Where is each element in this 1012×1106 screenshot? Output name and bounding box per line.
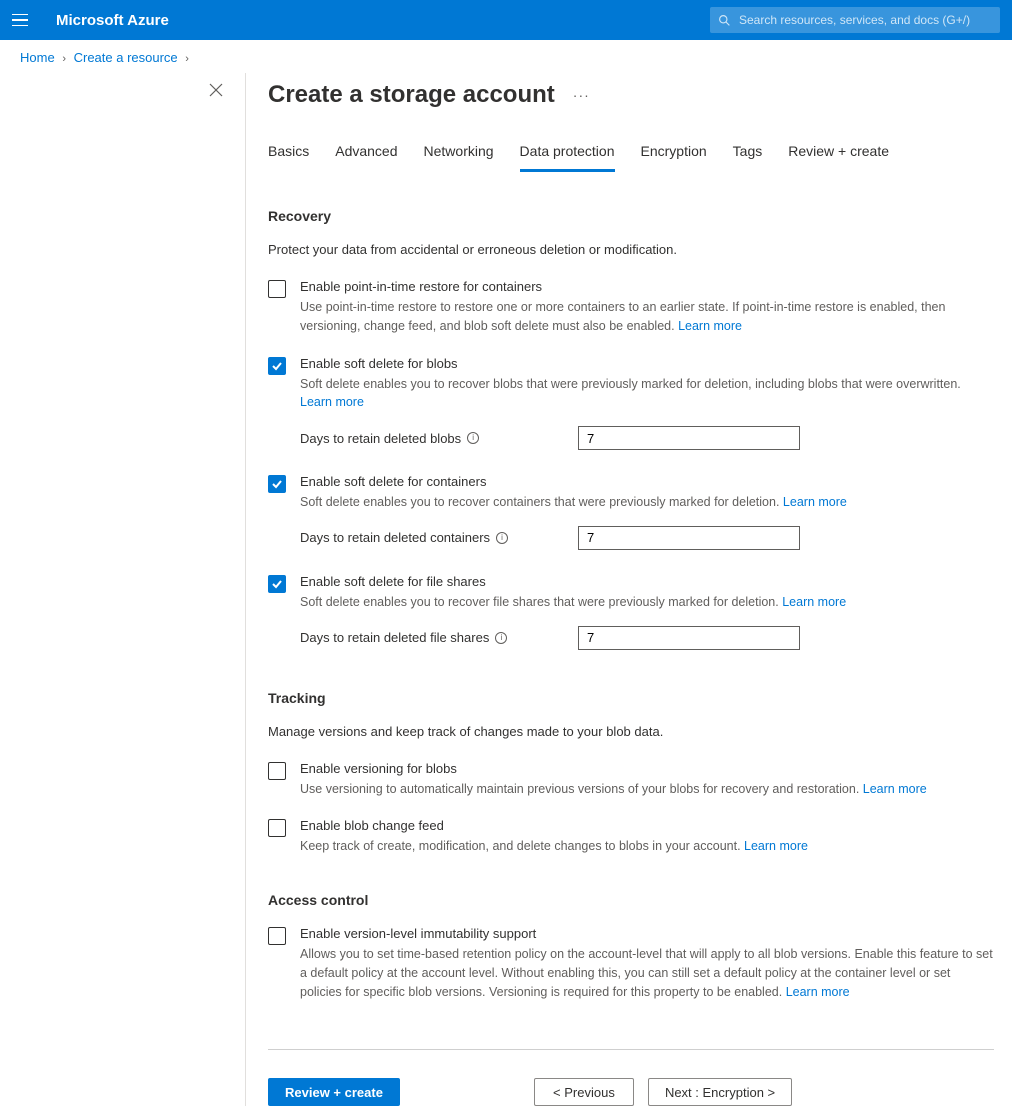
access-control-title: Access control	[268, 892, 994, 908]
wizard-footer: Review + create < Previous Next : Encryp…	[268, 1078, 994, 1106]
info-icon[interactable]: i	[496, 532, 508, 544]
container-soft-learn-more-link[interactable]: Learn more	[783, 495, 847, 509]
checkbox-fileshare-soft-delete[interactable]	[268, 575, 286, 593]
container-retain-days-input[interactable]	[578, 526, 800, 550]
option-container-soft-delete: Enable soft delete for containers Soft d…	[268, 474, 994, 554]
fileshare-retain-days-label: Days to retain deleted file shares i	[300, 630, 578, 645]
close-icon[interactable]	[209, 83, 223, 100]
change-feed-desc: Keep track of create, modification, and …	[300, 837, 994, 856]
blob-retain-days-label: Days to retain deleted blobs i	[300, 431, 578, 446]
section-recovery: Recovery Protect your data from accident…	[268, 208, 994, 654]
versioning-learn-more-link[interactable]: Learn more	[863, 782, 927, 796]
fileshare-retain-days-input[interactable]	[578, 626, 800, 650]
checkbox-blob-soft-delete[interactable]	[268, 357, 286, 375]
top-bar: Microsoft Azure	[0, 0, 1012, 40]
pitr-desc: Use point-in-time restore to restore one…	[300, 298, 994, 336]
tracking-desc: Manage versions and keep track of change…	[268, 724, 994, 739]
option-change-feed: Enable blob change feed Keep track of cr…	[268, 818, 994, 856]
page-title: Create a storage account	[268, 81, 555, 109]
section-access-control: Access control Enable version-level immu…	[268, 892, 994, 1001]
pitr-label: Enable point-in-time restore for contain…	[300, 279, 994, 294]
info-icon[interactable]: i	[495, 632, 507, 644]
tracking-title: Tracking	[268, 690, 994, 706]
tab-advanced[interactable]: Advanced	[335, 137, 397, 172]
checkbox-immutability[interactable]	[268, 927, 286, 945]
container-soft-label: Enable soft delete for containers	[300, 474, 994, 489]
review-create-button[interactable]: Review + create	[268, 1078, 400, 1106]
wizard-tabs: Basics Advanced Networking Data protecti…	[268, 137, 994, 172]
search-icon	[718, 14, 731, 27]
main-content: Create a storage account ··· Basics Adva…	[245, 73, 1012, 1106]
checkbox-versioning[interactable]	[268, 762, 286, 780]
tab-tags[interactable]: Tags	[733, 137, 763, 172]
change-feed-label: Enable blob change feed	[300, 818, 994, 833]
section-tracking: Tracking Manage versions and keep track …	[268, 690, 994, 857]
info-icon[interactable]: i	[467, 432, 479, 444]
fileshare-soft-label: Enable soft delete for file shares	[300, 574, 994, 589]
container-retain-days-label: Days to retain deleted containers i	[300, 530, 578, 545]
breadcrumb-create-resource[interactable]: Create a resource	[74, 50, 178, 65]
global-search[interactable]	[710, 7, 1000, 33]
breadcrumb-home[interactable]: Home	[20, 50, 55, 65]
footer-divider	[268, 1049, 994, 1050]
blade-left-gutter	[0, 73, 245, 1106]
hamburger-menu-icon[interactable]	[12, 10, 32, 30]
chevron-right-icon: ›	[185, 53, 189, 65]
blob-soft-label: Enable soft delete for blobs	[300, 356, 994, 371]
previous-button[interactable]: < Previous	[534, 1078, 634, 1106]
immutability-desc: Allows you to set time-based retention p…	[300, 945, 994, 1001]
versioning-desc: Use versioning to automatically maintain…	[300, 780, 994, 799]
option-versioning: Enable versioning for blobs Use versioni…	[268, 761, 994, 799]
change-feed-learn-more-link[interactable]: Learn more	[744, 839, 808, 853]
immutability-label: Enable version-level immutability suppor…	[300, 926, 994, 941]
option-blob-soft-delete: Enable soft delete for blobs Soft delete…	[268, 356, 994, 455]
pitr-learn-more-link[interactable]: Learn more	[678, 319, 742, 333]
brand-label[interactable]: Microsoft Azure	[56, 12, 169, 29]
immutability-learn-more-link[interactable]: Learn more	[786, 985, 850, 999]
next-button[interactable]: Next : Encryption >	[648, 1078, 792, 1106]
tab-review-create[interactable]: Review + create	[788, 137, 889, 172]
tab-data-protection[interactable]: Data protection	[520, 137, 615, 172]
breadcrumb: Home › Create a resource ›	[0, 40, 1012, 73]
recovery-desc: Protect your data from accidental or err…	[268, 242, 994, 257]
checkbox-pitr[interactable]	[268, 280, 286, 298]
recovery-title: Recovery	[268, 208, 994, 224]
chevron-right-icon: ›	[62, 53, 66, 65]
more-actions-icon[interactable]: ···	[573, 87, 590, 103]
search-input[interactable]	[739, 13, 992, 27]
versioning-label: Enable versioning for blobs	[300, 761, 994, 776]
option-immutability: Enable version-level immutability suppor…	[268, 926, 994, 1001]
checkbox-container-soft-delete[interactable]	[268, 475, 286, 493]
option-fileshare-soft-delete: Enable soft delete for file shares Soft …	[268, 574, 994, 654]
blob-soft-learn-more-link[interactable]: Learn more	[300, 395, 364, 409]
tab-encryption[interactable]: Encryption	[641, 137, 707, 172]
option-pitr: Enable point-in-time restore for contain…	[268, 279, 994, 336]
fileshare-soft-learn-more-link[interactable]: Learn more	[782, 595, 846, 609]
blob-soft-desc: Soft delete enables you to recover blobs…	[300, 375, 994, 413]
tab-basics[interactable]: Basics	[268, 137, 309, 172]
tab-networking[interactable]: Networking	[424, 137, 494, 172]
fileshare-soft-desc: Soft delete enables you to recover file …	[300, 593, 994, 612]
checkbox-change-feed[interactable]	[268, 819, 286, 837]
blob-retain-days-input[interactable]	[578, 426, 800, 450]
container-soft-desc: Soft delete enables you to recover conta…	[300, 493, 994, 512]
